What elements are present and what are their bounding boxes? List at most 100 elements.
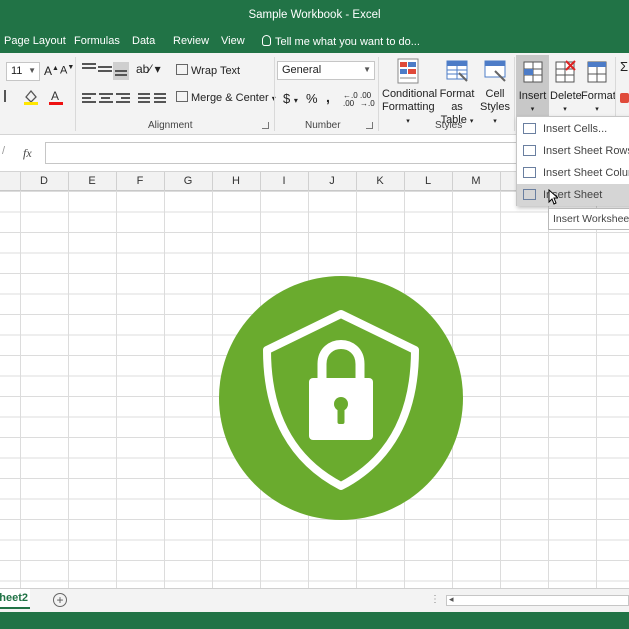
column-header[interactable]: M: [452, 175, 500, 187]
border-icon[interactable]: [4, 90, 12, 102]
decrease-indent-icon[interactable]: [138, 93, 150, 105]
column-header[interactable]: H: [212, 175, 260, 187]
column-header[interactable]: J: [308, 175, 356, 187]
tab-view[interactable]: View: [221, 35, 245, 47]
conditional-formatting-label-1: Conditional: [382, 88, 438, 100]
format-button[interactable]: Format ▾: [581, 59, 616, 116]
tab-page-layout[interactable]: Page Layout: [4, 35, 66, 47]
merge-center-label: Merge & Center: [191, 92, 269, 104]
menu-item-label: Insert Sheet Rows: [543, 145, 629, 157]
delete-button[interactable]: Delete ▾: [550, 59, 582, 116]
cell-styles-label-1: Cell: [485, 88, 505, 100]
insert-label: Insert: [518, 90, 547, 102]
orientation-button[interactable]: ab⁄ ▾: [136, 62, 161, 76]
mouse-cursor-icon: [548, 188, 560, 208]
chevron-down-icon: ▼: [363, 65, 371, 74]
tab-formulas[interactable]: Formulas: [74, 35, 120, 47]
grow-font-button[interactable]: A▲: [44, 64, 59, 78]
chevron-down-icon: ▾: [595, 106, 599, 113]
chevron-down-icon: ▾: [530, 106, 535, 113]
sheet-tab-label: Sheet2: [0, 592, 28, 604]
clear-icon[interactable]: [620, 93, 629, 103]
align-middle-icon[interactable]: [98, 66, 112, 74]
comma-button[interactable]: ,: [326, 89, 330, 105]
wrap-text-label: Wrap Text: [191, 65, 241, 77]
column-header[interactable]: K: [356, 175, 404, 187]
number-format-select[interactable]: General ▼: [277, 61, 375, 80]
cell-styles-button[interactable]: Cell Styles ▾: [478, 57, 512, 128]
percent-button[interactable]: %: [306, 91, 318, 106]
column-header[interactable]: E: [68, 175, 116, 187]
ribbon-tab-bar: Page Layout Formulas Data Review View Te…: [0, 30, 629, 53]
shrink-font-button[interactable]: A▼: [60, 64, 74, 77]
conditional-formatting-button[interactable]: Conditional Formatting ▾: [382, 57, 438, 128]
fx-icon[interactable]: fx: [23, 146, 32, 161]
formula-input[interactable]: [45, 142, 525, 164]
insert-sheet-icon: [523, 189, 536, 200]
tooltip: Insert Worksheet (Shift+F11): [548, 208, 629, 230]
delete-icon: [553, 59, 577, 87]
tab-data[interactable]: Data: [132, 35, 155, 47]
fill-color-button[interactable]: [24, 89, 38, 105]
column-header[interactable]: D: [20, 175, 68, 187]
insert-columns-icon: [523, 167, 536, 178]
status-bar: [0, 612, 629, 629]
format-as-table-button[interactable]: Format as Table ▾: [436, 57, 478, 128]
decrease-decimal-button[interactable]: .00 →.0: [360, 92, 375, 108]
conditional-formatting-icon: [396, 57, 420, 85]
number-dialog-launcher[interactable]: [366, 122, 373, 129]
align-bottom-icon[interactable]: [113, 62, 129, 80]
menu-item-label: Insert Cells...: [543, 123, 608, 135]
add-sheet-icon[interactable]: +: [53, 593, 67, 607]
number-group-label: Number: [305, 120, 341, 131]
title-bar: Sample Workbook - Excel: [0, 0, 629, 30]
column-header[interactable]: L: [404, 175, 452, 187]
merge-center-icon: [176, 91, 188, 102]
alignment-dialog-launcher[interactable]: [262, 122, 269, 129]
autosum-icon[interactable]: Σ: [620, 59, 628, 74]
menu-item-insert-sheet[interactable]: Insert Sheet: [517, 184, 629, 206]
separator: [75, 57, 76, 131]
column-header[interactable]: G: [164, 175, 212, 187]
scroll-left-icon[interactable]: ◂: [449, 594, 454, 605]
column-header[interactable]: I: [260, 175, 308, 187]
horizontal-scrollbar[interactable]: ◂: [446, 594, 629, 606]
styles-group-label: Styles: [435, 120, 463, 131]
format-label: Format: [581, 90, 616, 102]
increase-indent-icon[interactable]: [154, 93, 166, 105]
font-size-select[interactable]: 11 ▼: [6, 62, 40, 81]
conditional-formatting-label-2: Formatting ▾: [382, 101, 435, 125]
format-as-table-icon: [445, 57, 469, 85]
column-header[interactable]: F: [116, 175, 164, 187]
delete-label: Delete: [550, 90, 582, 102]
separator: [378, 57, 379, 131]
align-right-icon[interactable]: [116, 93, 130, 105]
sheet-tab-bar: Sheet2 + ⋮ ◂: [0, 588, 629, 612]
align-top-icon[interactable]: [82, 63, 96, 71]
window-title: Sample Workbook - Excel: [248, 9, 381, 21]
tell-me-search[interactable]: Tell me what you want to do...: [262, 35, 420, 48]
insert-icon: [521, 59, 545, 87]
font-size-value: 11: [11, 65, 23, 77]
tab-split-handle[interactable]: ⋮: [430, 594, 440, 605]
sheet-tab-active[interactable]: Sheet2: [0, 589, 30, 609]
separator: [274, 57, 275, 131]
menu-item-insert-cells[interactable]: Insert Cells...: [517, 118, 629, 140]
menu-item-insert-sheet-columns[interactable]: Insert Sheet Columns: [517, 162, 629, 184]
currency-button[interactable]: $ ▾: [283, 91, 298, 106]
merge-center-button[interactable]: Merge & Center ▾: [176, 91, 276, 104]
tab-review[interactable]: Review: [173, 35, 209, 47]
svg-text:A: A: [51, 89, 59, 103]
increase-decimal-button[interactable]: ←.0.00: [343, 92, 358, 108]
align-center-icon[interactable]: [99, 93, 113, 105]
menu-item-insert-sheet-rows[interactable]: Insert Sheet Rows: [517, 140, 629, 162]
chevron-down-icon: ▼: [28, 66, 36, 75]
insert-button[interactable]: Insert ▾: [516, 55, 549, 117]
chevron-down-icon: ▾: [563, 106, 567, 113]
align-left-icon[interactable]: [82, 93, 96, 105]
insert-cells-icon: [523, 123, 536, 134]
wrap-text-icon: [176, 64, 188, 75]
font-color-button[interactable]: A: [49, 89, 63, 105]
insert-rows-icon: [523, 145, 536, 156]
wrap-text-button[interactable]: Wrap Text: [176, 64, 240, 77]
